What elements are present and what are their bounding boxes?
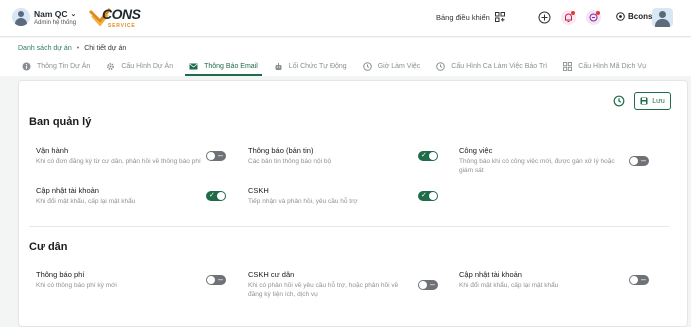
org-icon bbox=[616, 12, 625, 21]
setting-desc: Tiếp nhận và phản hồi, yêu cầu hỗ trợ bbox=[248, 198, 358, 205]
setting-bulletin: Thông báo (bản tin) Các bản tin thông bá… bbox=[248, 146, 426, 166]
logo-sub: SERVICE bbox=[108, 23, 136, 29]
setting-desc: Khi đổi mật khẩu, cấp lại mật khẩu bbox=[36, 198, 136, 205]
setting-title: CSKH cư dân bbox=[248, 270, 295, 279]
dashboard-icon bbox=[494, 12, 505, 22]
clock-icon bbox=[436, 62, 446, 71]
toggle-resident-account[interactable]: – bbox=[629, 275, 649, 285]
toggle-operations[interactable]: – bbox=[206, 151, 226, 161]
setting-account-update: Cập nhật tài khoản Khi đổi mật khẩu, cấp… bbox=[36, 186, 214, 206]
setting-desc: Khi đổi mật khẩu, cấp lại mật khẩu bbox=[459, 282, 559, 289]
tab-service-codes[interactable]: Cấu Hình Mã Dịch Vụ bbox=[559, 57, 650, 76]
user-role: Admin hệ thống bbox=[34, 19, 77, 26]
tab-auto-organize[interactable]: Lối Chức Tự Động bbox=[270, 57, 351, 76]
tab-label: Cấu Hình Mã Dịch Vụ bbox=[578, 63, 646, 70]
toggle-account-update[interactable]: ✓ bbox=[206, 191, 226, 201]
history-icon[interactable] bbox=[613, 95, 625, 107]
logo-text: CONS bbox=[102, 6, 141, 22]
setting-title: Thông báo phí bbox=[36, 270, 85, 279]
org-name: Bcons bbox=[628, 12, 653, 21]
setting-desc: Khi có đơn đăng ký từ cư dân, phản hồi v… bbox=[36, 158, 201, 165]
save-button[interactable]: Lưu bbox=[634, 92, 671, 110]
robot-icon bbox=[275, 63, 282, 70]
breadcrumb: Danh sách dự án • Chi tiết dự án bbox=[18, 45, 126, 52]
setting-title: Cập nhật tài khoản bbox=[459, 270, 522, 279]
setting-desc: Thông báo khi có công việc mới, được gán… bbox=[459, 158, 615, 174]
grid-icon bbox=[563, 62, 573, 71]
message-dot bbox=[596, 11, 600, 15]
gear-icon bbox=[107, 63, 115, 70]
mail-icon bbox=[189, 63, 198, 70]
setting-desc: Các bản tin thông báo nội bộ bbox=[248, 158, 332, 165]
setting-title: Vận hành bbox=[36, 146, 69, 155]
toggle-resident-care[interactable]: – bbox=[418, 280, 438, 290]
breadcrumb-parent[interactable]: Danh sách dự án bbox=[18, 45, 72, 52]
setting-title: Cập nhật tài khoản bbox=[36, 186, 99, 195]
messages-button[interactable] bbox=[586, 10, 601, 25]
add-icon[interactable] bbox=[538, 11, 551, 24]
breadcrumb-separator: • bbox=[76, 45, 80, 52]
setting-fee-notice: Thông báo phí Khi có thông báo phí kỳ mớ… bbox=[36, 270, 214, 290]
setting-resident-account: Cập nhật tài khoản Khi đổi mật khẩu, cấp… bbox=[459, 270, 637, 290]
section-title-management: Ban quản lý bbox=[29, 116, 92, 128]
notifications-button[interactable] bbox=[561, 10, 576, 25]
save-icon bbox=[640, 97, 648, 105]
toggle-customer-care[interactable]: ✓ bbox=[418, 191, 438, 201]
tab-label: Thông Tin Dự Án bbox=[37, 63, 91, 70]
tab-label: Thông Báo Email bbox=[204, 63, 258, 70]
tab-email-notifications[interactable]: Thông Báo Email bbox=[185, 57, 262, 76]
clock-icon bbox=[362, 62, 372, 71]
org-switcher[interactable]: Bcons bbox=[616, 12, 652, 21]
toggle-bulletin[interactable]: ✓ bbox=[418, 151, 438, 161]
setting-title: Công việc bbox=[459, 146, 493, 155]
tab-label: Cấu Hình Dự Án bbox=[121, 63, 174, 70]
setting-title: CSKH bbox=[248, 186, 269, 195]
notification-dot bbox=[571, 11, 575, 15]
org-avatar[interactable] bbox=[652, 8, 673, 27]
user-name: Nam QC bbox=[34, 8, 68, 19]
chevron-down-icon: ⌄ bbox=[70, 10, 77, 18]
dashboard-label: Bảng điều khiển bbox=[436, 12, 490, 22]
toggle-fee-notice[interactable]: – bbox=[206, 275, 226, 285]
setting-resident-care: CSKH cư dân Khi có phản hồi về yêu cầu h… bbox=[248, 270, 412, 299]
setting-operations: Vận hành Khi có đơn đăng ký từ cư dân, p… bbox=[36, 146, 214, 166]
tab-maintenance-shifts[interactable]: Cấu Hình Ca Làm Việc Bảo Trì bbox=[432, 57, 551, 76]
toggle-tasks[interactable]: – bbox=[629, 156, 649, 166]
tab-project-config[interactable]: Cấu Hình Dự Án bbox=[102, 57, 177, 76]
user-menu[interactable]: Nam QC ⌄ Admin hệ thống bbox=[12, 8, 76, 26]
tab-bar: Thông Tin Dự Án Cấu Hình Dự Án Thông Báo… bbox=[18, 57, 658, 76]
user-avatar bbox=[12, 8, 30, 26]
setting-desc: Khi có thông báo phí kỳ mới bbox=[36, 282, 117, 289]
tab-working-hours[interactable]: Giờ Làm Việc bbox=[359, 57, 425, 76]
setting-customer-care: CSKH Tiếp nhận và phản hồi, yêu cầu hỗ t… bbox=[248, 186, 426, 206]
save-label: Lưu bbox=[652, 97, 665, 105]
breadcrumb-current: Chi tiết dự án bbox=[84, 45, 127, 52]
tab-label: Lối Chức Tự Động bbox=[288, 63, 347, 70]
tab-project-info[interactable]: Thông Tin Dự Án bbox=[18, 57, 94, 76]
tab-label: Giờ Làm Việc bbox=[377, 63, 421, 70]
section-divider bbox=[29, 226, 669, 227]
top-bar: Nam QC ⌄ Admin hệ thống CONS SERVICE Bảng… bbox=[0, 0, 691, 37]
page-header: Danh sách dự án • Chi tiết dự án Thông T… bbox=[0, 38, 691, 76]
tab-label: Cấu Hình Ca Làm Việc Bảo Trì bbox=[451, 63, 548, 70]
section-title-residents: Cư dân bbox=[29, 241, 68, 253]
dashboard-link[interactable]: Bảng điều khiển bbox=[436, 12, 505, 22]
setting-title: Thông báo (bản tin) bbox=[248, 146, 314, 155]
setting-tasks: Công việc Thông báo khi có công việc mới… bbox=[459, 146, 629, 175]
info-icon bbox=[22, 62, 31, 71]
logo: CONS SERVICE bbox=[88, 6, 141, 30]
setting-desc: Khi có phản hồi về yêu cầu hỗ trợ, hoặc … bbox=[248, 282, 399, 298]
